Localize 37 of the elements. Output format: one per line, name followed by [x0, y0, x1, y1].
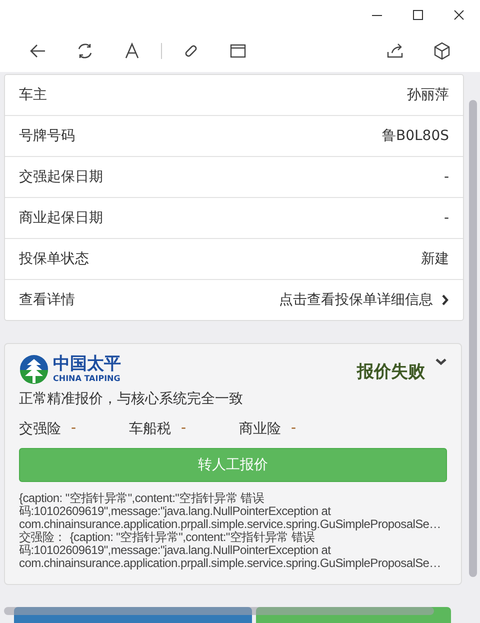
chevron-right-icon[interactable] — [441, 294, 449, 306]
field-value: - — [444, 169, 449, 185]
tree-emblem-icon — [19, 354, 49, 384]
field-label: 查看详情 — [19, 291, 75, 309]
premium-value: - — [291, 420, 296, 438]
error-line: {caption: "空指针异常",content:"空指针异常 错误 — [19, 492, 264, 505]
premium-label: 商业险 — [239, 420, 281, 438]
field-label: 号牌号码 — [19, 127, 75, 145]
field-label: 投保单状态 — [19, 250, 89, 268]
error-line: 码:10102609619",message:"java.lang.NullPointerException at — [19, 505, 331, 518]
logo-title: 中国太平 — [53, 356, 121, 372]
horizontal-scrollbar[interactable] — [4, 607, 434, 615]
logo-subtitle: CHINA TAIPING — [53, 374, 121, 382]
details-link[interactable]: 点击查看投保单详细信息 — [279, 291, 433, 309]
error-line: 码:10102609619",message:"java.lang.NullPointerException at — [19, 544, 331, 557]
field-value: 孙丽萍 — [407, 86, 449, 104]
chevron-down-icon[interactable] — [435, 358, 447, 366]
close-icon[interactable] — [453, 9, 465, 21]
scrollbar-thumb[interactable] — [469, 100, 477, 577]
error-line: com.chinainsurance.application.prpall.simple.service.spring.GuSimpleProposalSe… — [19, 557, 441, 570]
premium-label: 车船税 — [129, 420, 171, 438]
premium-value: - — [71, 420, 76, 438]
field-value: 鲁B0L80S — [382, 127, 449, 145]
error-prefix: 交强险： — [19, 531, 66, 544]
premium-value: - — [181, 420, 186, 438]
quote-description: 正常精准报价，与核心系统完全一致 — [19, 390, 244, 408]
field-value: 新建 — [421, 250, 449, 268]
field-value: - — [444, 210, 449, 226]
quote-status: 报价失败 — [357, 361, 425, 383]
cube-icon[interactable] — [432, 41, 452, 61]
field-label: 车主 — [19, 86, 47, 104]
maximize-icon[interactable] — [412, 9, 424, 21]
field-label: 交强起保日期 — [19, 168, 103, 186]
premium-label: 交强险 — [19, 420, 61, 438]
field-label: 商业起保日期 — [19, 209, 103, 227]
error-line: com.chinainsurance.application.prpall.simple.service.spring.GuSimpleProposalSe… — [19, 518, 441, 531]
error-line: {caption: "空指针异常",content:"空指针异常 错误 — [70, 531, 315, 544]
